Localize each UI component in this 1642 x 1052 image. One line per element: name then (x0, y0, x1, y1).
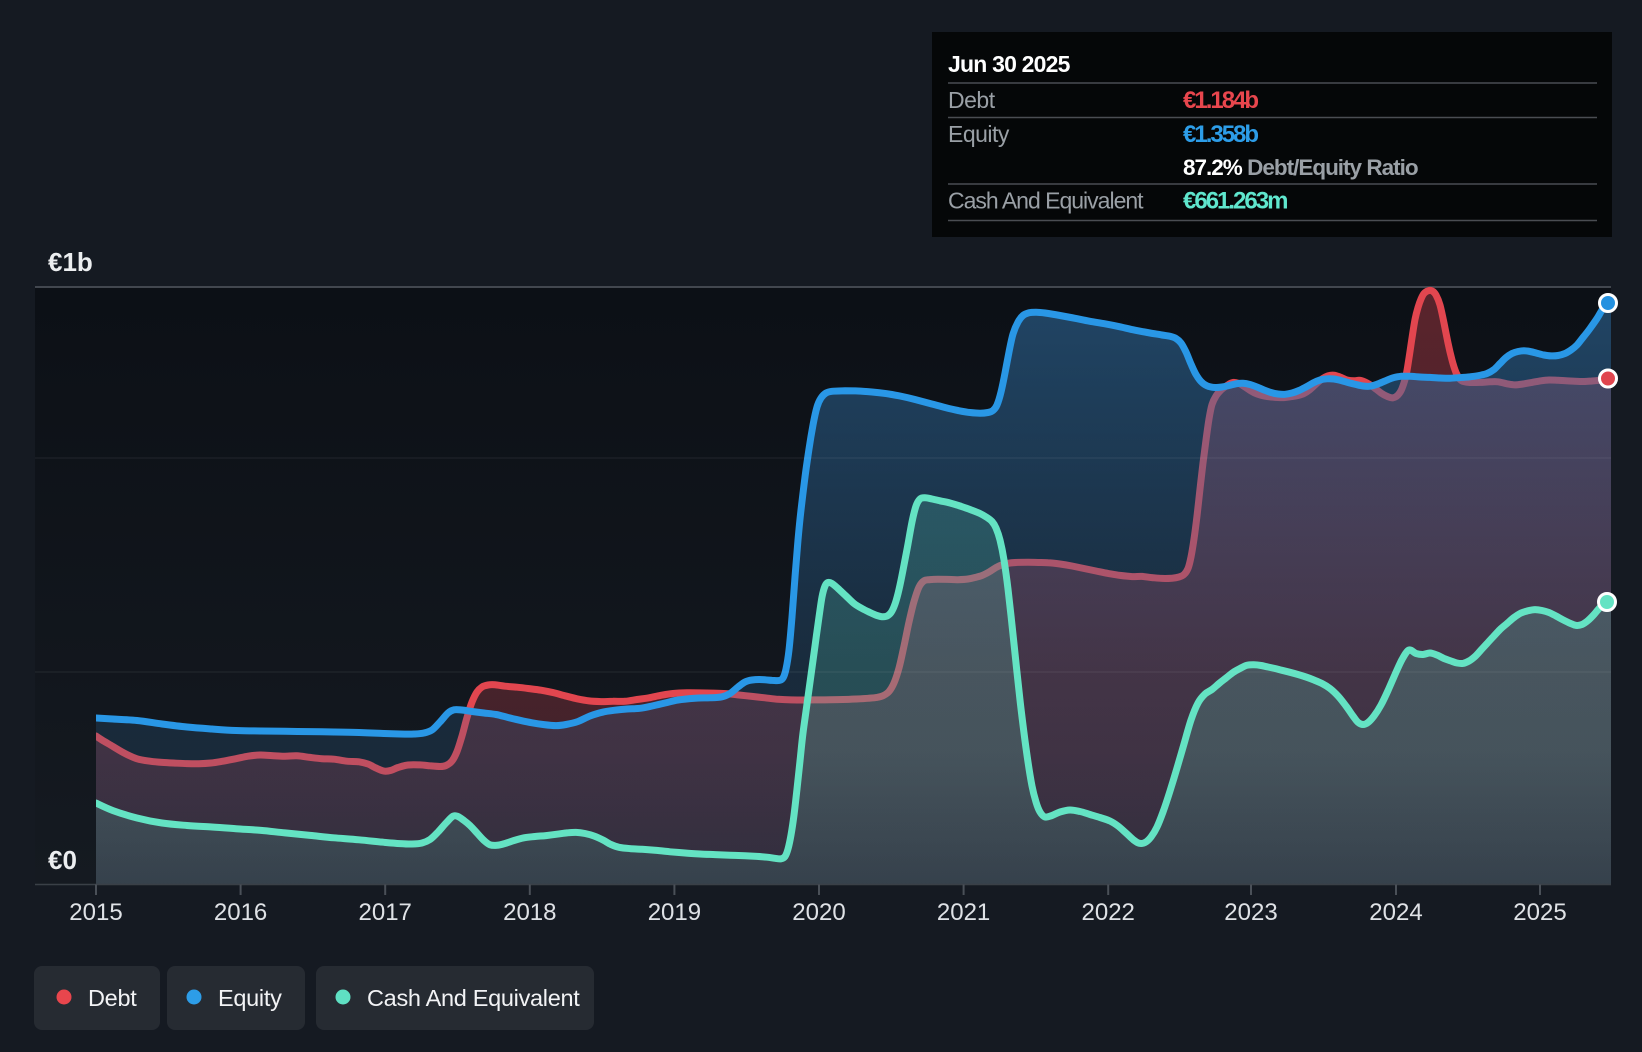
svg-text:Jun 30 2025: Jun 30 2025 (948, 51, 1071, 77)
svg-text:€1.184b: €1.184b (1183, 87, 1258, 114)
svg-text:€661.263m: €661.263m (1183, 188, 1287, 215)
svg-text:2025: 2025 (1513, 899, 1566, 926)
svg-text:2021: 2021 (937, 899, 990, 926)
svg-text:2018: 2018 (503, 899, 556, 926)
svg-text:2023: 2023 (1224, 899, 1277, 926)
svg-text:Equity: Equity (948, 121, 1010, 147)
svg-text:Cash And Equivalent: Cash And Equivalent (948, 188, 1144, 214)
svg-text:Debt: Debt (948, 87, 996, 113)
svg-text:2022: 2022 (1082, 899, 1135, 926)
svg-text:2024: 2024 (1369, 899, 1422, 926)
svg-text:€1.358b: €1.358b (1183, 121, 1258, 148)
svg-text:2016: 2016 (214, 899, 267, 926)
svg-text:Cash And Equivalent: Cash And Equivalent (367, 985, 580, 1011)
svg-text:2017: 2017 (359, 899, 412, 926)
svg-text:2020: 2020 (792, 899, 845, 926)
svg-text:2015: 2015 (69, 899, 122, 926)
svg-text:€0: €0 (48, 845, 77, 875)
svg-text:€1b: €1b (48, 247, 93, 277)
svg-text:Debt: Debt (88, 985, 137, 1011)
svg-text:2019: 2019 (648, 899, 701, 926)
svg-text:Equity: Equity (218, 985, 282, 1011)
svg-text:87.2% Debt/Equity Ratio: 87.2% Debt/Equity Ratio (1183, 155, 1418, 180)
